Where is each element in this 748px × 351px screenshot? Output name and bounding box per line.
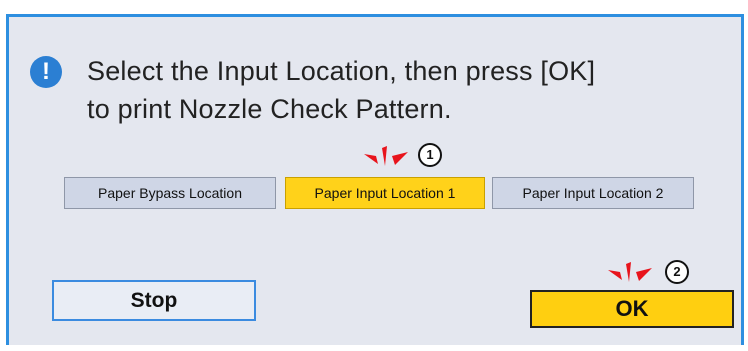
step2-click-marker-icon: [608, 262, 652, 282]
step1-number: 1: [418, 143, 442, 167]
exclamation-icon: !: [30, 56, 62, 88]
paper-input-location-2-button[interactable]: Paper Input Location 2: [492, 177, 694, 209]
message-line-2: to print Nozzle Check Pattern.: [87, 94, 452, 124]
ok-button[interactable]: OK: [530, 290, 734, 328]
step1-click-marker-icon: [364, 146, 408, 166]
paper-bypass-location-button[interactable]: Paper Bypass Location: [64, 177, 276, 209]
stop-button[interactable]: Stop: [52, 280, 256, 321]
paper-input-location-1-button[interactable]: Paper Input Location 1: [285, 177, 485, 209]
step2-number: 2: [665, 260, 689, 284]
dialog-message: Select the Input Location, then press [O…: [87, 52, 595, 128]
message-line-1: Select the Input Location, then press [O…: [87, 56, 596, 86]
